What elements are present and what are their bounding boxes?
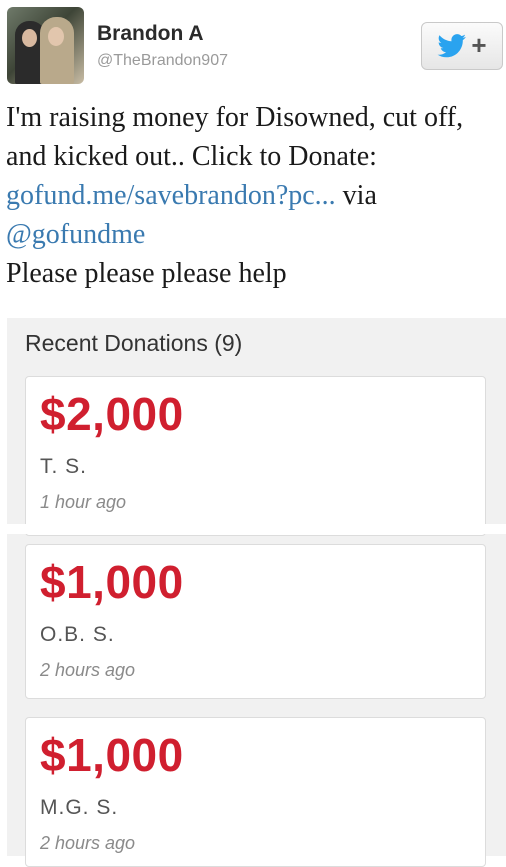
donor-name: M.G. S.	[40, 796, 119, 819]
user-handle[interactable]: @TheBrandon907	[97, 52, 228, 70]
donation-time: 2 hours ago	[40, 833, 136, 853]
donation-card: $1,000 O.B. S. 2 hours ago	[25, 544, 486, 699]
donation-time: 1 hour ago	[40, 492, 127, 512]
donation-time: 2 hours ago	[40, 660, 136, 680]
avatar-photo-face	[48, 27, 64, 46]
donor-name: T. S.	[40, 455, 88, 478]
donor-name: O.B. S.	[40, 623, 115, 646]
donation-amount: $1,000	[40, 729, 184, 781]
donations-heading: Recent Donations (9)	[25, 330, 243, 356]
donation-card: $1,000 M.G. S. 2 hours ago	[25, 717, 486, 867]
twitter-bird-icon	[437, 34, 467, 58]
tweet-text: I'm raising money for Disowned, cut off,…	[6, 98, 502, 293]
donation-link[interactable]: gofund.me/savebrandon?pc...	[6, 180, 336, 211]
donation-amount: $2,000	[40, 388, 184, 440]
mention-link[interactable]: @gofundme	[6, 219, 145, 250]
avatar-photo-face	[22, 29, 37, 47]
tweet-text-body: I'm raising money for Disowned, cut off,…	[6, 102, 464, 172]
tweet-text-via: via	[335, 180, 377, 211]
screenshot-seam	[0, 524, 506, 534]
follow-plus-glyph: +	[471, 30, 487, 60]
avatar[interactable]	[7, 7, 84, 84]
follow-button[interactable]: +	[421, 22, 503, 70]
tweet-text-plea: Please please please help	[6, 258, 287, 289]
donation-card: $2,000 T. S. 1 hour ago	[25, 376, 486, 536]
display-name[interactable]: Brandon A	[97, 22, 204, 46]
donation-amount: $1,000	[40, 556, 184, 608]
